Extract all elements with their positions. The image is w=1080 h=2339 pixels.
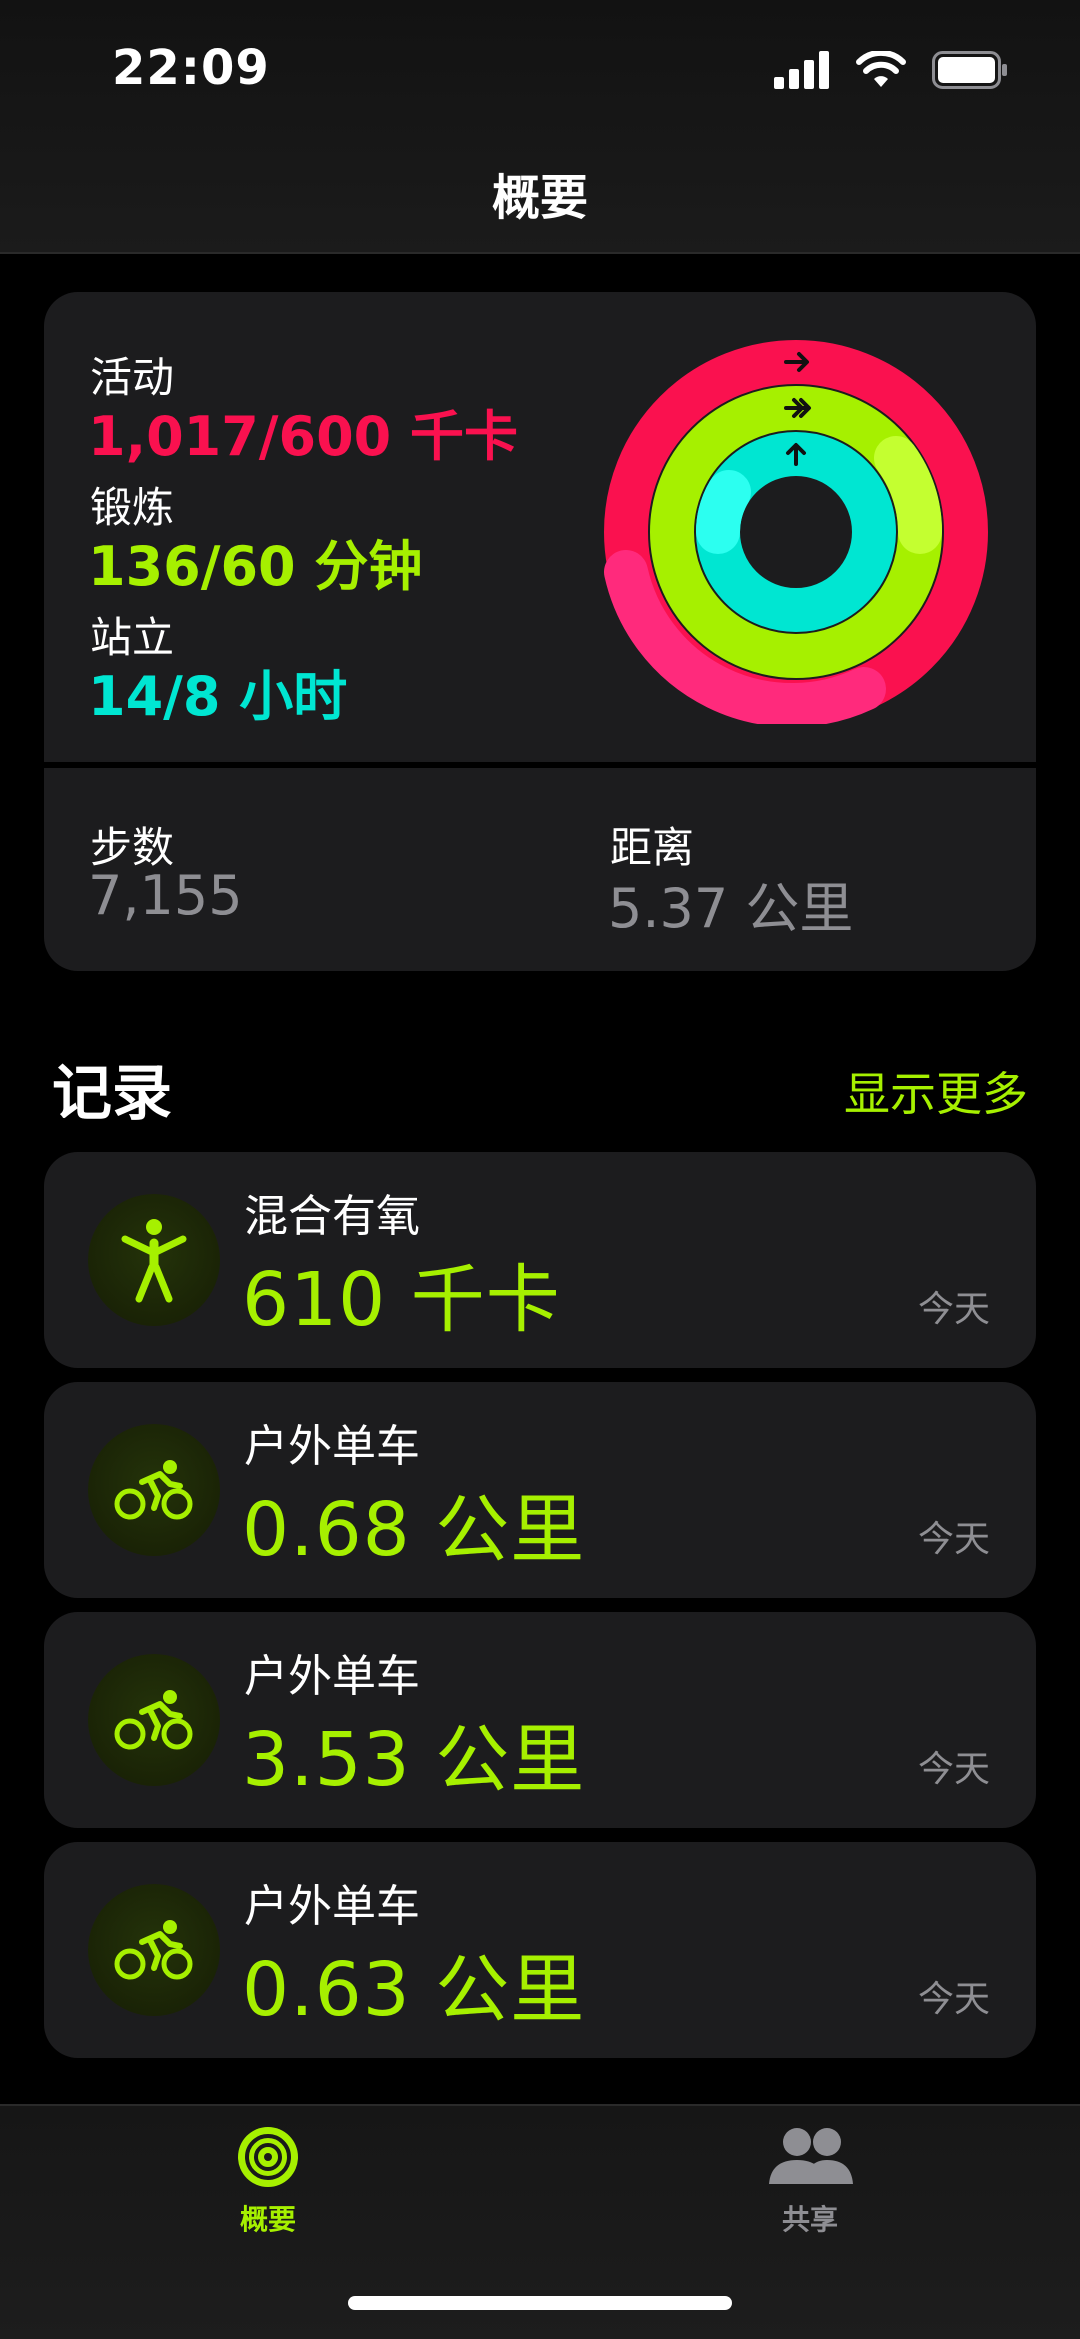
show-more-link[interactable]: 显示更多 (844, 1058, 1028, 1124)
stand-ring-overlap (695, 470, 751, 554)
record-name: 户外单车 (244, 1881, 420, 1932)
record-date: 今天 (917, 1289, 990, 1330)
status-time: 22:09 (112, 40, 270, 96)
top-bar: 22:09 概要 (0, 0, 1080, 254)
record-name: 混合有氧 (244, 1191, 420, 1242)
record-item[interactable]: 户外单车 0.68 公里 今天 (44, 1382, 1036, 1598)
record-date: 今天 (917, 1749, 990, 1790)
stand-value: 14/8 小时 (88, 665, 348, 728)
cycling-icon (88, 1424, 220, 1556)
activity-rings (604, 340, 988, 724)
record-value: 0.68 公里 (242, 1487, 586, 1573)
activity-summary-card[interactable]: 活动 1,017/600 千卡 锻炼 136/60 分钟 站立 14/8 小时 … (44, 292, 1036, 971)
record-value: 610 千卡 (242, 1257, 561, 1343)
cycling-icon (88, 1654, 220, 1786)
distance-value: 5.37 公里 (608, 877, 854, 940)
record-item[interactable]: 户外单车 0.63 公里 今天 (44, 1842, 1036, 2058)
record-name: 户外单车 (244, 1421, 420, 1472)
home-indicator[interactable] (348, 2296, 732, 2310)
wifi-icon (856, 51, 906, 87)
steps-value: 7,155 (88, 864, 243, 927)
move-value: 1,017/600 千卡 (88, 405, 519, 468)
records-title: 记录 (52, 1059, 172, 1129)
record-value: 3.53 公里 (242, 1717, 586, 1803)
exercise-ring-overlap (874, 436, 943, 554)
record-item[interactable]: 混合有氧 610 千卡 今天 (44, 1152, 1036, 1368)
exercise-value: 136/60 分钟 (88, 535, 423, 598)
battery-icon (932, 51, 1007, 89)
cellular-signal-icon (774, 51, 829, 89)
tab-sharing[interactable]: 共享 (710, 2124, 910, 2238)
tab-sharing-label: 共享 (781, 2203, 838, 2236)
summary-divider (44, 762, 1036, 768)
record-date: 今天 (917, 1519, 990, 1560)
status-icons (774, 48, 1008, 92)
record-name: 户外单车 (244, 1651, 420, 1702)
record-date: 今天 (917, 1979, 990, 2020)
tab-summary[interactable]: 概要 (168, 2124, 368, 2238)
record-value: 0.63 公里 (242, 1947, 586, 2033)
mixed-cardio-icon (88, 1194, 220, 1326)
tab-summary-label: 概要 (239, 2203, 296, 2236)
activity-rings-icon (238, 2127, 298, 2187)
sharing-people-icon (769, 2128, 853, 2184)
page-title: 概要 (491, 170, 588, 226)
record-item[interactable]: 户外单车 3.53 公里 今天 (44, 1612, 1036, 1828)
cycling-icon (88, 1884, 220, 2016)
